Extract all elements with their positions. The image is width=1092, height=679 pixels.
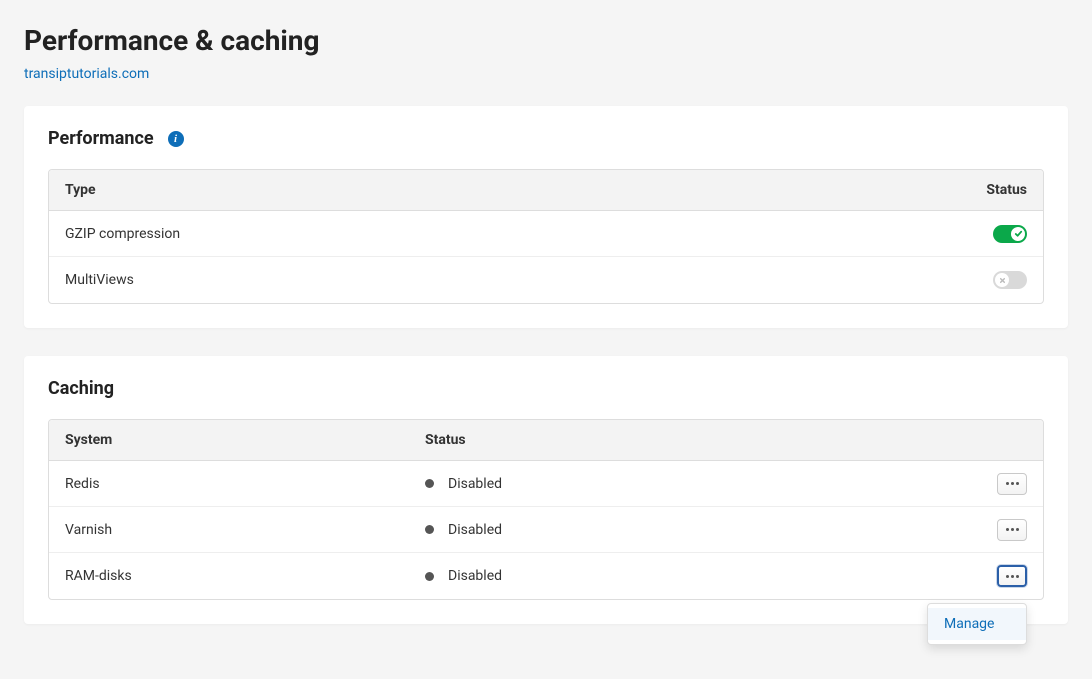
column-status: Status [409, 420, 993, 460]
table-row: Varnish Disabled [49, 507, 1043, 553]
toggle-multiviews[interactable] [993, 271, 1027, 289]
performance-heading: Performance [48, 128, 154, 149]
perf-row-label: GZIP compression [65, 226, 957, 242]
cache-row-system: RAM-disks [65, 568, 425, 584]
performance-table: Type Status GZIP compression MultiViews [48, 169, 1044, 304]
status-dot-icon [425, 572, 434, 581]
table-row: GZIP compression [49, 211, 1043, 257]
column-system: System [49, 420, 409, 460]
table-row: MultiViews [49, 257, 1043, 303]
more-actions-button[interactable] [997, 565, 1027, 587]
cache-row-status: Disabled [448, 476, 502, 492]
actions-dropdown: Manage [927, 603, 1027, 645]
cache-row-system: Varnish [65, 522, 425, 538]
manage-action[interactable]: Manage [928, 608, 1026, 640]
cache-row-status: Disabled [448, 522, 502, 538]
info-icon[interactable]: i [168, 131, 184, 147]
caching-heading: Caching [48, 378, 114, 399]
column-status: Status [973, 170, 1043, 210]
performance-card: Performance i Type Status GZIP compressi… [24, 106, 1068, 328]
status-dot-icon [425, 525, 434, 534]
perf-row-label: MultiViews [65, 272, 957, 288]
x-icon [998, 276, 1007, 285]
caching-table: System Status Redis Disabled Varnish [48, 419, 1044, 600]
check-icon [1014, 229, 1023, 238]
domain-link[interactable]: transiptutorials.com [24, 66, 149, 82]
page-title: Performance & caching [24, 24, 1068, 57]
status-dot-icon [425, 479, 434, 488]
table-row: RAM-disks Disabled Manage [49, 553, 1043, 599]
table-row: Redis Disabled [49, 461, 1043, 507]
cache-row-status: Disabled [448, 568, 502, 584]
more-actions-button[interactable] [997, 473, 1027, 495]
column-type: Type [49, 170, 973, 210]
cache-row-system: Redis [65, 476, 425, 492]
toggle-gzip[interactable] [993, 225, 1027, 243]
more-actions-button[interactable] [997, 519, 1027, 541]
caching-card: Caching System Status Redis Disabled [24, 356, 1068, 624]
